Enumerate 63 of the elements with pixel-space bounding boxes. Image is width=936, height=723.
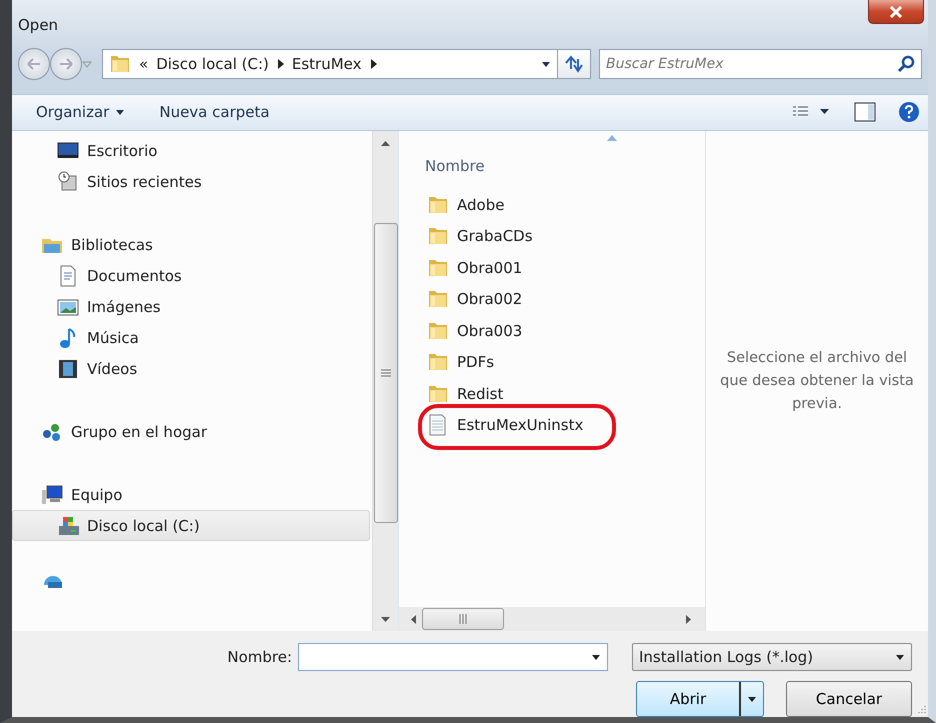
address-bar[interactable]: « Disco local (C:) EstruMex [102,49,558,80]
sidebar-item[interactable]: Bibliotecas [12,229,370,260]
toolbar-button[interactable]: Nueva carpeta [149,99,280,126]
file-item[interactable]: Obra002 [399,284,522,315]
caret-icon [591,654,601,660]
sidebar-item[interactable]: Imágenes [12,291,370,322]
sidebar-item[interactable]: Escritorio [12,135,370,166]
file-item[interactable]: Adobe [399,189,504,220]
cancel-button[interactable]: Cancelar [786,681,912,717]
grip-icon [459,614,467,624]
sidebar-item[interactable]: Equipo [12,479,370,510]
file-item[interactable]: Obra001 [399,252,522,284]
sidebar-item[interactable]: Disco local (C:) [12,510,370,541]
file-item[interactable]: GrabaCDs [399,220,533,252]
caret-icon [747,696,757,702]
clock-icon [57,170,79,192]
computer-icon [41,484,63,506]
file-item[interactable]: Obra003 [399,315,522,346]
close-button[interactable] [868,0,924,24]
caret-icon[interactable] [541,60,551,68]
chevron-icon [370,59,377,70]
menu-button[interactable]: Organizar [26,99,136,126]
preview-message: Seleccione el archivo del que desea obtener la vista previa. [719,348,915,414]
chevron-icon [276,59,284,70]
drive-icon [57,514,79,536]
back-button[interactable] [18,48,50,80]
close-icon [889,6,903,18]
search-field[interactable]: Buscar EstruMex [599,49,922,80]
back-arrow-icon [27,58,41,70]
refresh-button[interactable] [557,49,591,80]
resize-grip-icon [916,705,926,715]
sidebar-item[interactable]: Sitios recientes [12,166,370,197]
breadcrumb-segment[interactable]: Disco local (C:) [156,55,269,74]
field-label: Nombre: [227,648,292,666]
file-type-dropdown[interactable]: Installation Logs (*.log) [632,643,912,671]
sidebar-item[interactable]: Grupo en el hogar [12,416,370,447]
file-item[interactable]: PDFs [399,346,494,378]
refresh-icon [564,55,584,74]
forward-button[interactable] [50,48,82,80]
up-arrow-icon [381,140,390,146]
vertical-scrollbar[interactable] [372,131,398,631]
forward-arrow-icon [59,58,73,70]
caret-icon [895,654,905,660]
column-header[interactable]: Nombre [425,157,485,175]
film-icon [57,358,79,380]
preview-pane-icon[interactable] [854,102,876,122]
search-icon [897,55,915,74]
filename-field[interactable] [298,643,608,671]
breadcrumb-overflow[interactable]: « [139,55,148,74]
breadcrumb-segment[interactable]: EstruMex [292,55,362,74]
open-split-button[interactable]: Abrir [636,681,764,717]
file-item[interactable]: EstruMexUninstx [399,410,584,441]
window-title: Open [18,16,58,34]
help-icon[interactable] [898,101,920,124]
right-arrow-icon [686,614,691,624]
sidebar-item[interactable]: Documentos [12,260,370,291]
down-arrow-icon [381,616,390,622]
horizontal-scrollbar[interactable] [399,607,705,631]
sidebar-item[interactable]: Vídeos [12,353,370,384]
sidebar-item[interactable]: Música [12,322,370,353]
grip-icon [380,369,390,377]
file-item[interactable]: Redist [399,378,504,410]
left-arrow-icon [411,614,416,624]
